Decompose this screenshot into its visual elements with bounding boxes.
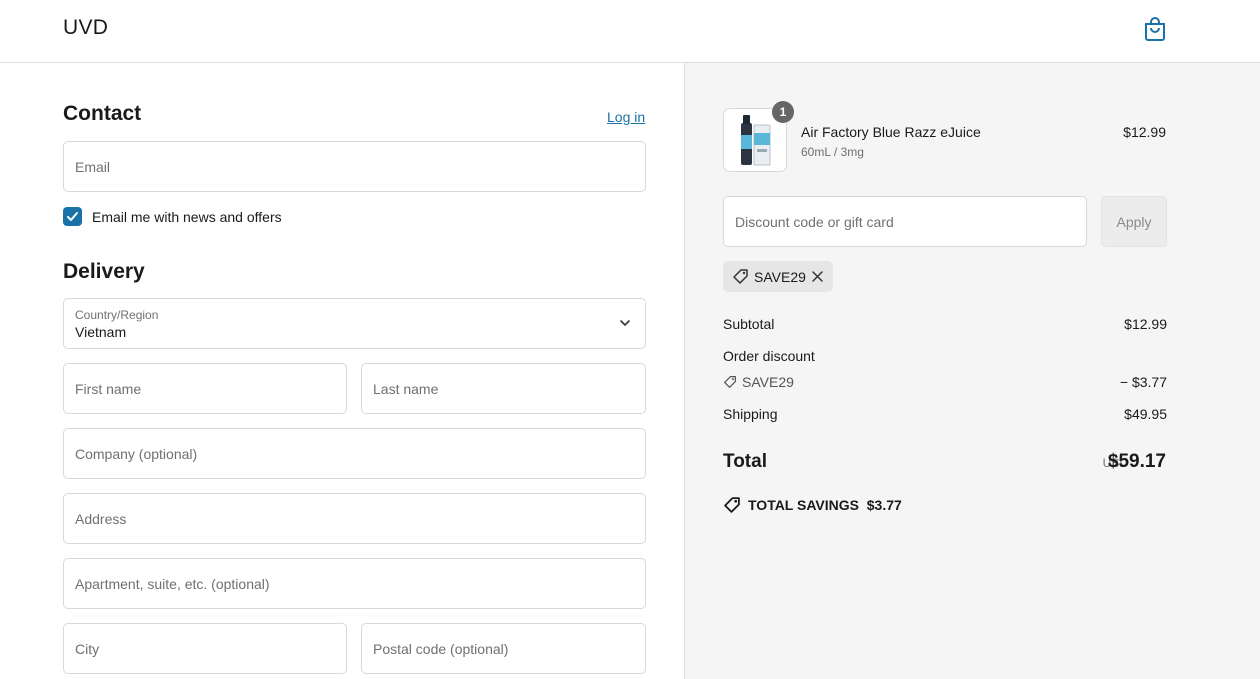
discount-placeholder: Discount code or gift card [735,214,894,230]
city-placeholder: City [75,641,100,657]
product-price: $12.99 [1123,124,1166,140]
subtotal-value: $12.99 [1124,316,1167,332]
savings-value: $3.77 [866,497,902,513]
delivery-heading: Delivery [63,260,145,283]
checkmark-icon [67,212,78,221]
country-label: Country/Region [75,308,159,322]
quantity-badge: 1 [772,101,794,123]
first-name-placeholder: First name [75,381,142,397]
checkout-header: UVD [0,0,1260,63]
discount-value: − $3.77 [1119,374,1167,390]
postal-code-field[interactable]: Postal code (optional) [361,623,646,674]
product-variant: 60mL / 3mg [801,145,864,159]
first-name-field[interactable]: First name [63,363,347,414]
total-value: $59.17 [1107,451,1166,472]
city-field[interactable]: City [63,623,347,674]
chevron-down-icon [620,320,630,327]
newsletter-label: Email me with news and offers [92,209,282,225]
total-label: Total [723,451,767,472]
company-field[interactable]: Company (optional) [63,428,646,479]
subtotal-label: Subtotal [723,316,775,332]
tag-icon [733,269,748,284]
company-placeholder: Company (optional) [75,446,198,462]
login-link[interactable]: Log in [607,109,645,125]
postal-code-placeholder: Postal code (optional) [373,641,509,657]
address-field[interactable]: Address [63,493,646,544]
shipping-value: $49.95 [1124,406,1167,422]
address-placeholder: Address [75,511,127,527]
apply-discount-button[interactable]: Apply [1101,196,1167,247]
country-value: Vietnam [75,324,127,340]
order-discount-row: Order discount [723,348,1167,364]
order-discount-label: Order discount [723,348,815,364]
discount-code-label: SAVE29 [742,374,794,390]
newsletter-checkbox[interactable] [63,207,82,226]
remove-discount-icon[interactable] [811,270,824,283]
discount-code-input[interactable]: Discount code or gift card [723,196,1087,247]
product-name: Air Factory Blue Razz eJuice [801,124,981,140]
applied-code-label: SAVE29 [754,269,806,285]
email-field[interactable]: Email [63,141,646,192]
apartment-placeholder: Apartment, suite, etc. (optional) [75,576,270,592]
subtotal-row: Subtotal $12.99 [723,316,1167,332]
savings-label: TOTAL SAVINGS [748,497,859,513]
shipping-row: Shipping $49.95 [723,406,1167,422]
shipping-label: Shipping [723,406,778,422]
savings-tag-icon [724,497,740,513]
last-name-placeholder: Last name [373,381,439,397]
last-name-field[interactable]: Last name [361,363,646,414]
email-placeholder: Email [75,159,111,175]
contact-heading: Contact [63,102,142,125]
shopping-bag-icon[interactable] [1143,16,1167,42]
applied-discount-chip: SAVE29 [723,261,833,292]
apartment-field[interactable]: Apartment, suite, etc. (optional) [63,558,646,609]
tag-icon [724,376,736,388]
country-select[interactable]: Country/Region Vietnam [63,298,646,349]
brand-logo[interactable]: UVD [63,16,108,40]
